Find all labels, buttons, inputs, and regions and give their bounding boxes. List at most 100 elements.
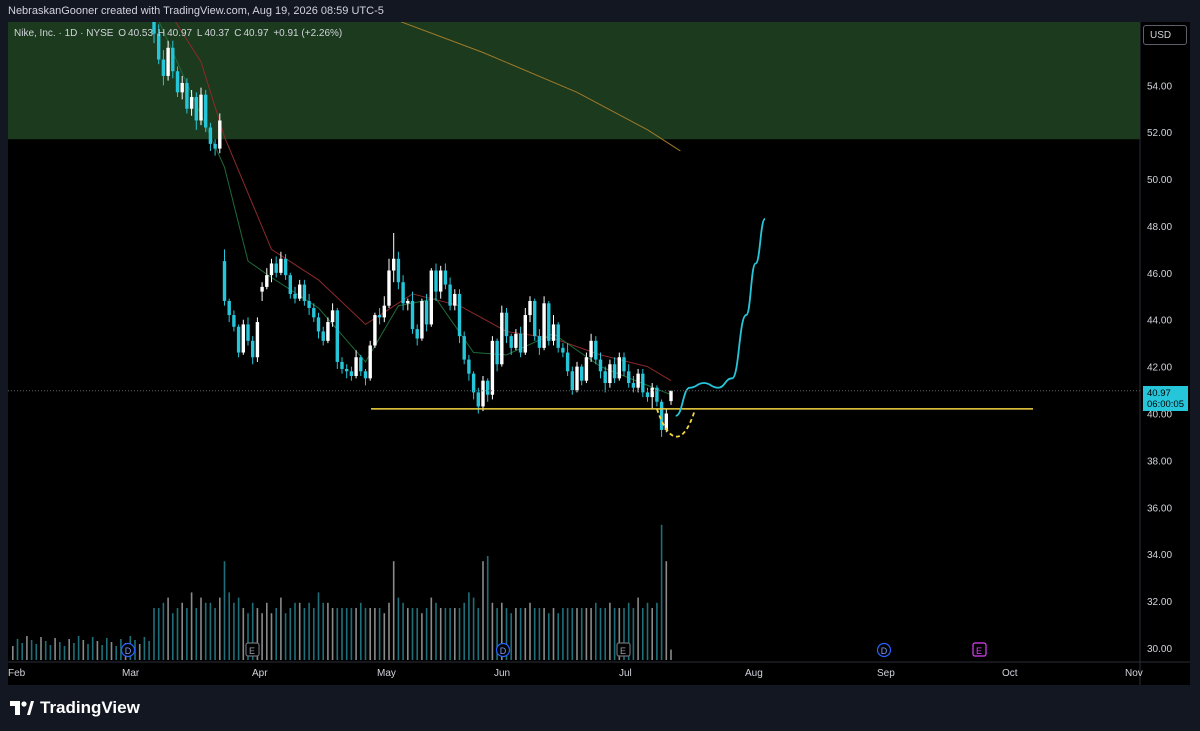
volume-bar — [580, 608, 583, 660]
volume-bar — [651, 608, 653, 660]
tradingview-brand-name: TradingView — [40, 698, 140, 717]
candle-body — [171, 47, 175, 72]
volume-bar — [468, 592, 470, 660]
candle — [227, 298, 231, 323]
chart-frame[interactable]: 30.00 32.00 34.00 36.00 38.00 40.00 42.00 44.00… — [8, 22, 1190, 685]
candle — [298, 279, 302, 301]
volume-bar — [345, 608, 348, 660]
candle — [669, 390, 673, 405]
candle-body — [594, 340, 598, 360]
volume-bar — [167, 597, 169, 660]
candle — [349, 366, 354, 381]
volume-bar — [294, 602, 296, 660]
candle-body — [307, 300, 311, 309]
candle — [396, 251, 401, 290]
candle — [575, 361, 579, 393]
candle-body — [486, 380, 490, 395]
volume-bar — [148, 641, 150, 660]
candle — [641, 368, 645, 398]
candle — [457, 289, 462, 344]
volume-bar — [552, 608, 555, 660]
volume-bar — [369, 608, 371, 660]
volume-bar — [63, 646, 66, 660]
candle-body — [368, 345, 372, 379]
dividend-marker-icon: D — [495, 642, 511, 658]
candle-body — [321, 331, 325, 341]
tradingview-brand[interactable]: TradingView — [10, 698, 140, 718]
volume-bar — [106, 638, 108, 660]
volume-bar — [44, 641, 47, 660]
candle — [321, 326, 325, 346]
currency-button[interactable]: USD — [1143, 25, 1187, 45]
candle-body — [227, 300, 231, 316]
y-tick-label: 54.00 — [1147, 81, 1172, 92]
candle — [603, 366, 607, 393]
x-tick-label: Aug — [745, 668, 763, 679]
y-tick-label: 30.00 — [1147, 644, 1172, 655]
symbol-legend[interactable]: Nike, Inc. · 1D · NYSE O 40.53 H 40.97 L 40… — [14, 28, 344, 39]
candle-body — [269, 263, 274, 276]
candle — [551, 315, 556, 346]
candle-body — [260, 286, 264, 292]
candle-body — [302, 284, 307, 301]
candle — [302, 279, 307, 306]
candle — [627, 364, 631, 388]
volume-bar — [308, 602, 310, 660]
candle-body — [382, 305, 386, 318]
candle — [387, 258, 391, 309]
candle-body — [161, 59, 166, 76]
volume-bar — [68, 639, 70, 660]
candle — [410, 291, 415, 334]
volume-bar — [233, 602, 235, 660]
y-tick-label: 38.00 — [1147, 456, 1172, 467]
candle-body — [565, 352, 570, 372]
candle-body — [504, 312, 509, 337]
volume-bar — [670, 649, 672, 660]
x-tick-label: May — [377, 668, 396, 679]
volume-bar — [458, 608, 461, 660]
candle-body — [627, 371, 631, 384]
volume-bar — [322, 602, 324, 660]
volume-bar — [21, 643, 23, 660]
candle-body — [641, 373, 645, 393]
volume-bar — [637, 597, 639, 660]
open-value: 40.53 — [128, 28, 154, 39]
candle — [415, 324, 419, 346]
volume-bar — [280, 597, 282, 660]
candle-body — [185, 82, 189, 109]
candle — [565, 343, 570, 376]
y-tick-label: 42.00 — [1147, 363, 1172, 374]
candle-body — [608, 364, 612, 384]
candle-body — [551, 324, 556, 341]
volume-bar — [242, 608, 245, 660]
volume-bar — [40, 637, 42, 660]
candle-body — [650, 387, 654, 398]
candle-body — [603, 371, 607, 384]
candle — [335, 308, 339, 369]
volume-bar — [599, 608, 602, 660]
candle — [490, 336, 495, 400]
candle — [561, 343, 565, 358]
high-label: H — [157, 28, 166, 39]
volume-bar — [538, 608, 541, 660]
candle-body — [363, 371, 368, 379]
candle-body — [584, 357, 589, 381]
candle-body — [424, 300, 429, 325]
volume-bar — [510, 613, 512, 660]
volume-bar — [355, 608, 357, 660]
candle — [246, 317, 250, 346]
chart-credit: NebraskanGooner created with TradingView… — [8, 5, 384, 17]
x-tick-label: Sep — [877, 668, 895, 679]
x-tick-label: Jun — [494, 668, 510, 679]
price-chart[interactable]: 30.00 32.00 34.00 36.00 38.00 40.00 42.00 44.00… — [8, 22, 1190, 685]
volume-bar — [138, 644, 141, 660]
x-tick-label: Apr — [252, 668, 268, 679]
candle — [589, 333, 593, 362]
candle-body — [255, 322, 260, 358]
candle-body — [547, 303, 551, 341]
candle-body — [495, 340, 499, 365]
volume-bar — [482, 561, 484, 660]
volume-bar — [609, 602, 611, 660]
x-tick-label: Jul — [619, 668, 632, 679]
volume-bar — [585, 608, 588, 660]
